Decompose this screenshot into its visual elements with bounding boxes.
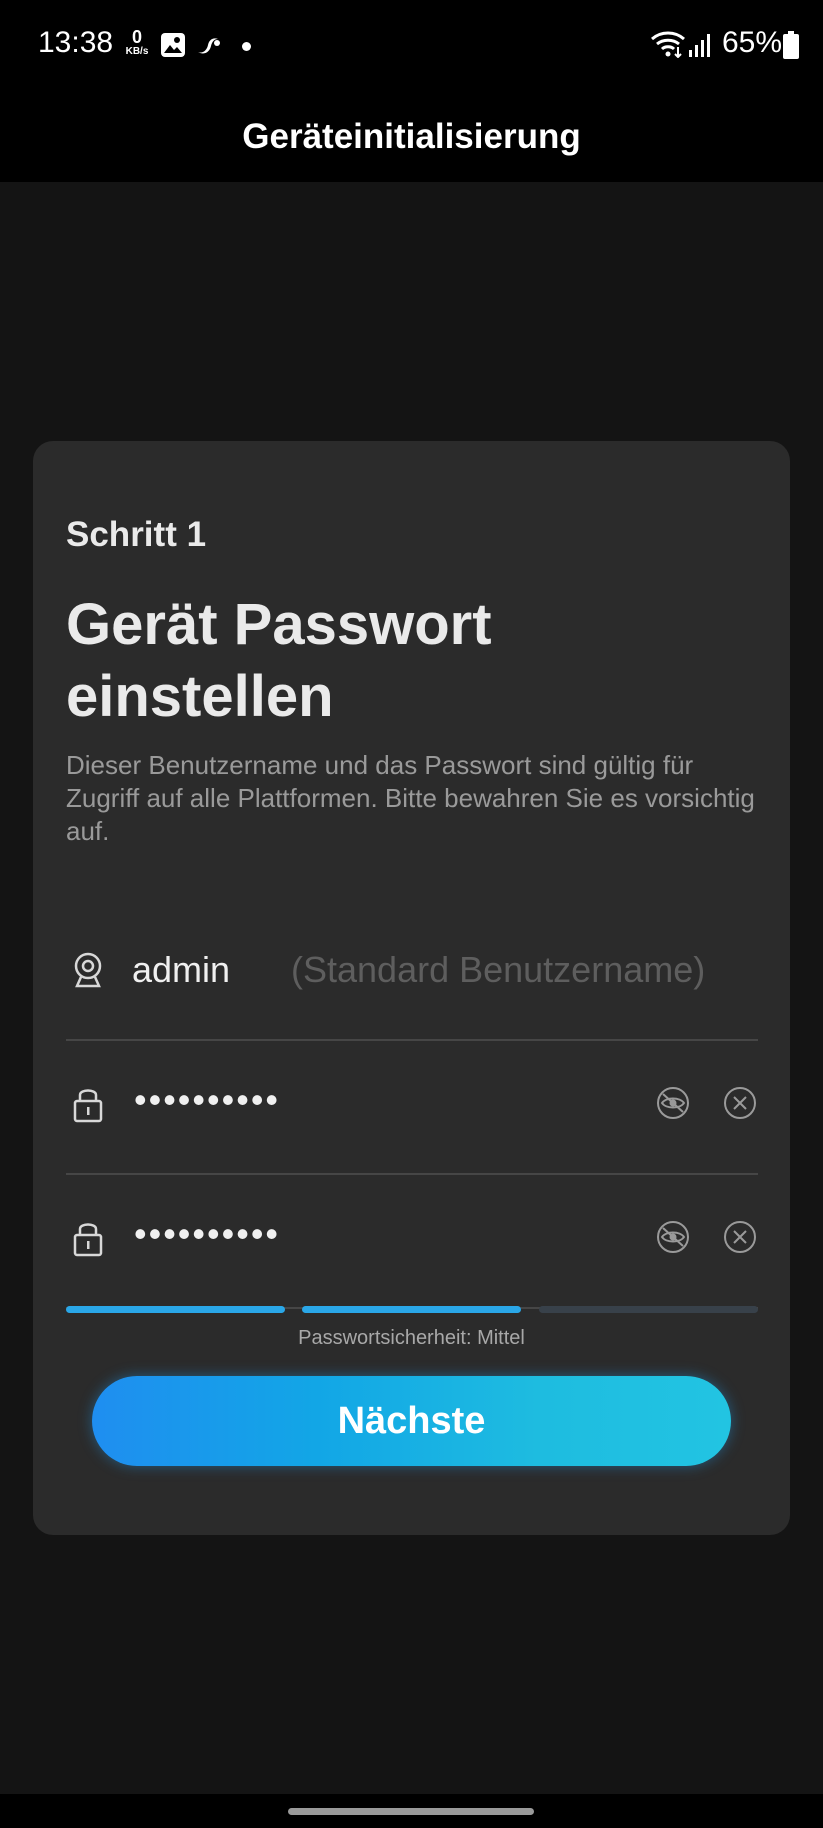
next-button[interactable]: Nächste xyxy=(92,1376,731,1466)
webcam-icon xyxy=(70,951,106,989)
username-hint: (Standard Benutzername) xyxy=(291,949,706,990)
password-field[interactable]: •••••••••• xyxy=(66,1041,758,1175)
title-bar: Geräteinitialisierung xyxy=(0,92,823,182)
battery-percent: 65% xyxy=(722,26,783,59)
confirm-password-field[interactable]: •••••••••• xyxy=(66,1175,758,1309)
clear-icon[interactable] xyxy=(723,1086,757,1120)
notification-dot xyxy=(242,42,251,51)
setup-card: Schritt 1 Gerät Passwort einstellen Dies… xyxy=(33,441,790,1535)
data-rate-indicator: 0 KB/s xyxy=(120,28,154,57)
data-rate-unit: KB/s xyxy=(125,46,149,57)
card-heading: Gerät Passwort einstellen xyxy=(66,592,492,729)
card-description: Dieser Benutzername und das Passwort sin… xyxy=(66,750,755,846)
status-time: 13:38 xyxy=(38,26,114,59)
lock-icon xyxy=(70,1085,106,1123)
data-rate-value: 0 xyxy=(131,27,142,47)
status-bar: 13:38 0 KB/s 65% xyxy=(0,0,823,92)
strength-segment-2 xyxy=(302,1306,521,1313)
lock-icon xyxy=(70,1219,106,1257)
confirm-password-input[interactable]: •••••••••• xyxy=(134,1213,280,1255)
strength-segment-3 xyxy=(539,1306,758,1313)
password-input[interactable]: •••••••••• xyxy=(134,1079,280,1121)
gallery-icon xyxy=(160,32,186,63)
eye-hidden-icon[interactable] xyxy=(656,1220,690,1254)
home-indicator[interactable] xyxy=(288,1808,534,1815)
signal-icon xyxy=(688,32,714,63)
password-strength-label: Passwortsicherheit: Mittel xyxy=(298,1327,525,1349)
navigation-bar xyxy=(0,1794,823,1828)
clear-icon[interactable] xyxy=(723,1220,757,1254)
password-strength-meter xyxy=(66,1306,758,1314)
eye-hidden-icon[interactable] xyxy=(656,1086,690,1120)
wifi-icon xyxy=(650,30,686,63)
page-title: Geräteinitialisierung xyxy=(242,117,581,156)
battery-icon xyxy=(782,30,800,65)
app-swirl-icon xyxy=(195,32,223,63)
next-button-label: Nächste xyxy=(337,1399,486,1442)
username-field: admin (Standard Benutzername) xyxy=(66,907,758,1041)
step-label: Schritt 1 xyxy=(66,515,207,554)
username-value: admin xyxy=(132,949,231,990)
strength-segment-1 xyxy=(66,1306,285,1313)
